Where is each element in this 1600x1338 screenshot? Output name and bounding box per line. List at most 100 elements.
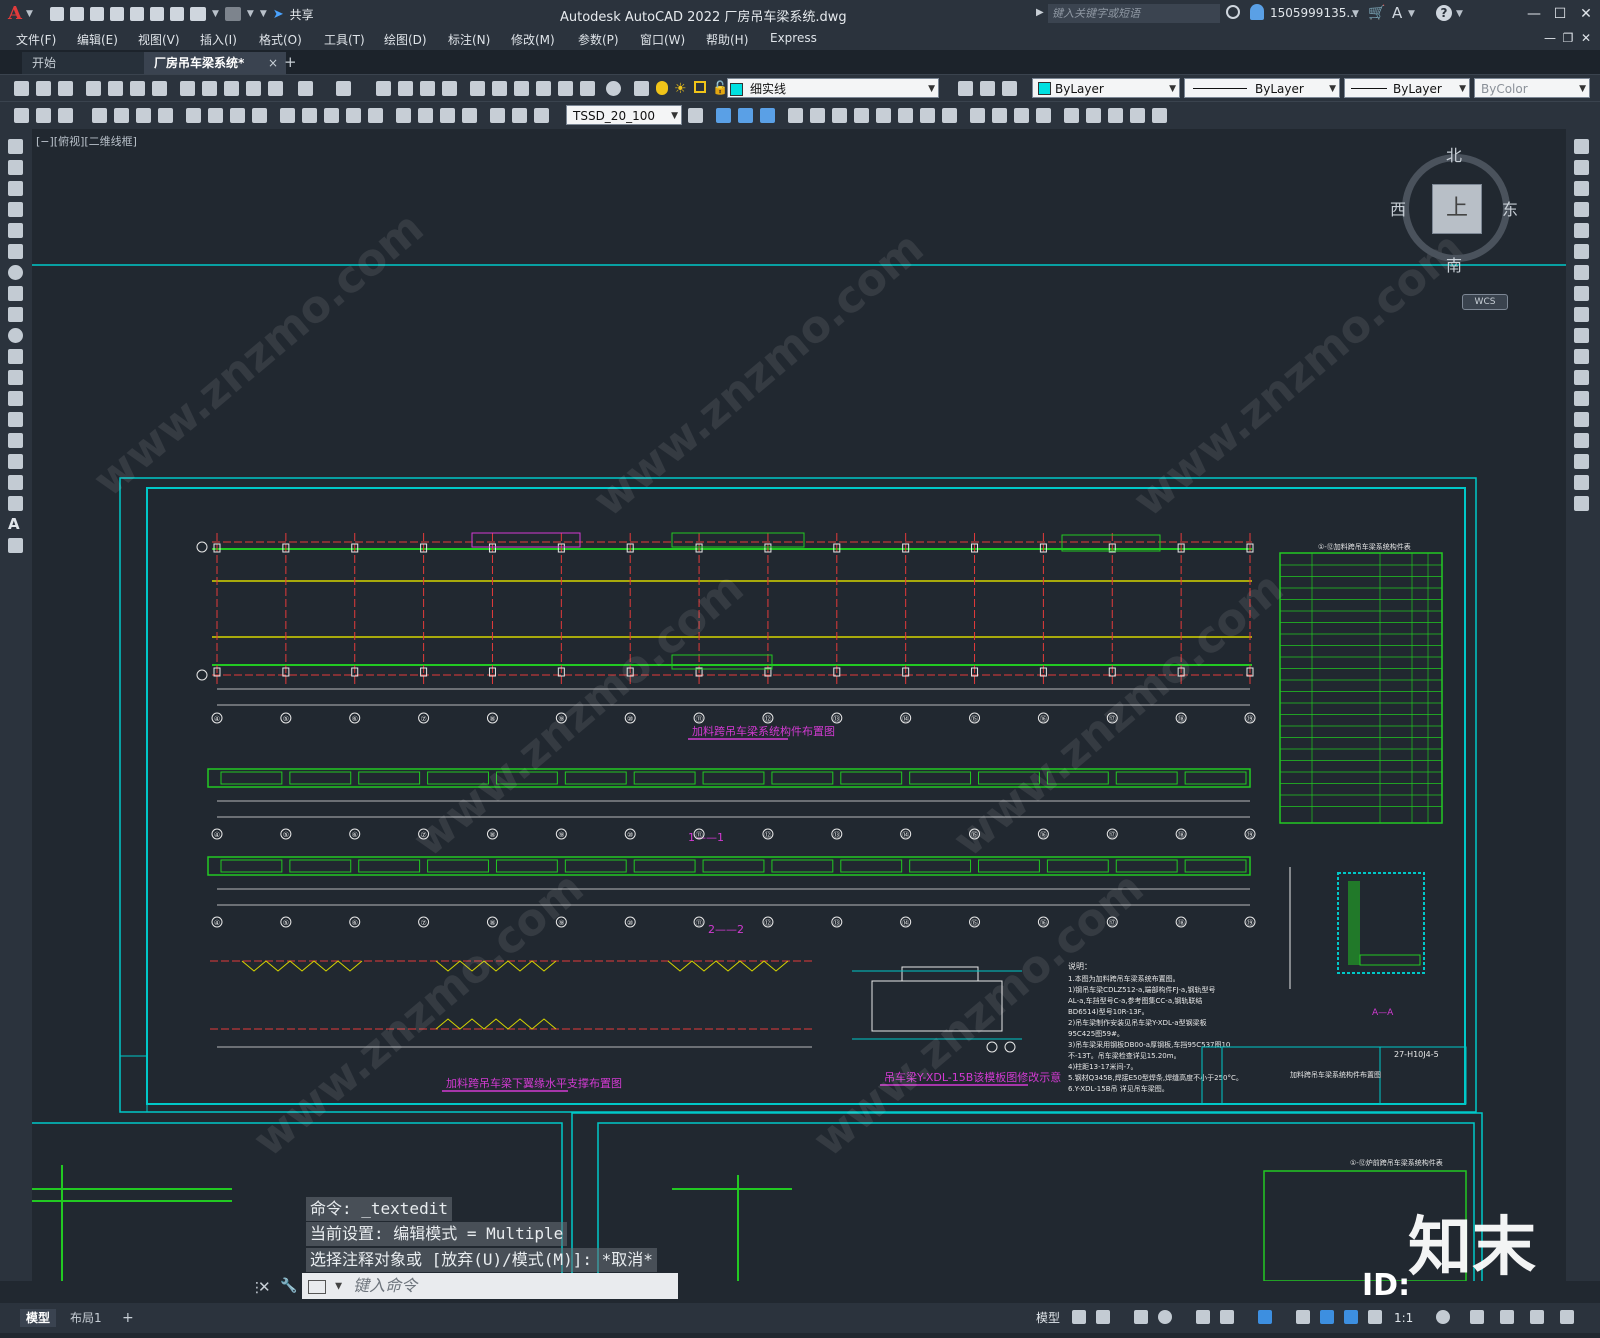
- dimension-break-icon[interactable]: [368, 108, 383, 123]
- doc-minimize-button[interactable]: —: [1540, 28, 1560, 48]
- app-menu-chevron-icon[interactable]: ▼: [26, 9, 33, 19]
- clean-screen-icon[interactable]: [1530, 1310, 1544, 1324]
- jogged-linear-icon[interactable]: [462, 108, 477, 123]
- rectangle-icon[interactable]: [8, 223, 23, 238]
- lineweight-icon[interactable]: [1296, 1310, 1310, 1324]
- menu-insert[interactable]: 插入(I): [200, 31, 237, 48]
- viewcube[interactable]: 上 北 南 东 西: [1390, 146, 1518, 275]
- auto-scale-icon[interactable]: [1344, 1310, 1358, 1324]
- open-folder-icon[interactable]: [70, 7, 84, 21]
- block-editor-icon[interactable]: [268, 81, 283, 96]
- menu-draw[interactable]: 绘图(D): [384, 31, 427, 48]
- menu-file[interactable]: 文件(F): [16, 31, 56, 48]
- rotate-icon[interactable]: [1574, 265, 1589, 280]
- polyline-icon[interactable]: [8, 181, 23, 196]
- isolate-objects-icon[interactable]: [1500, 1310, 1514, 1324]
- doc-close-button[interactable]: ✕: [1576, 28, 1596, 48]
- minimize-button[interactable]: —: [1524, 4, 1544, 24]
- menu-format[interactable]: 格式(O): [259, 31, 302, 48]
- command-close-icon[interactable]: ✕: [258, 1278, 271, 1296]
- loft-icon[interactable]: [876, 108, 891, 123]
- command-input[interactable]: ▼ 键入命令: [302, 1273, 678, 1299]
- multiline-text-icon[interactable]: A: [8, 517, 23, 532]
- layer-unlock-icon[interactable]: 🔓: [712, 81, 728, 96]
- linear-dimension-icon[interactable]: [92, 108, 107, 123]
- customization-menu-icon[interactable]: [1560, 1310, 1574, 1324]
- undo-dropdown-icon[interactable]: ▼: [212, 9, 219, 19]
- radius-dimension-icon[interactable]: [186, 108, 201, 123]
- menu-dimension[interactable]: 标注(N): [448, 31, 490, 48]
- pan-icon[interactable]: [376, 81, 391, 96]
- revolve-icon[interactable]: [854, 108, 869, 123]
- presspull-icon[interactable]: [810, 108, 825, 123]
- cut-icon[interactable]: [180, 81, 195, 96]
- help-icon[interactable]: ?: [1436, 5, 1452, 21]
- layer-thaw-sun-icon[interactable]: ☀: [674, 81, 687, 97]
- menu-modify[interactable]: 修改(M): [511, 31, 555, 48]
- mirror-icon[interactable]: [1574, 181, 1589, 196]
- tab-close-icon[interactable]: ×: [268, 52, 278, 74]
- 3d-align-icon[interactable]: [1108, 108, 1123, 123]
- save-icon[interactable]: [90, 7, 104, 21]
- diameter-dimension-icon[interactable]: [230, 108, 245, 123]
- polygon-icon[interactable]: [8, 202, 23, 217]
- revision-cloud-icon[interactable]: [8, 286, 23, 301]
- insert-block-icon[interactable]: [8, 370, 23, 385]
- menu-view[interactable]: 视图(V): [138, 31, 180, 48]
- copy-icon[interactable]: [202, 81, 217, 96]
- redo-icon[interactable]: [224, 7, 241, 21]
- object-snap-tracking-icon[interactable]: [1220, 1310, 1234, 1324]
- workspace-gear-icon[interactable]: [1436, 1310, 1450, 1324]
- save-web-icon[interactable]: [150, 7, 164, 21]
- arc-icon[interactable]: [8, 244, 23, 259]
- new-file-icon[interactable]: [50, 7, 64, 21]
- redo-icon[interactable]: [336, 81, 351, 96]
- subtract-icon[interactable]: [992, 108, 1007, 123]
- qnew-icon[interactable]: [14, 81, 29, 96]
- thicken-icon[interactable]: [920, 108, 935, 123]
- plot-icon[interactable]: [170, 7, 184, 21]
- menu-express[interactable]: Express: [770, 31, 817, 45]
- doc-restore-button[interactable]: ❐: [1558, 28, 1578, 48]
- baseline-dimension-icon[interactable]: [302, 108, 317, 123]
- paste-icon[interactable]: [224, 81, 239, 96]
- annotation-scale-icon[interactable]: [1368, 1310, 1382, 1324]
- jogged-dimension-icon[interactable]: [208, 108, 223, 123]
- arc-length-icon[interactable]: [136, 108, 151, 123]
- share-icon[interactable]: ➤: [273, 7, 284, 22]
- chamfer-icon[interactable]: [1574, 433, 1589, 448]
- hatch-icon[interactable]: [8, 433, 23, 448]
- polar-tracking-icon[interactable]: [1158, 1310, 1172, 1324]
- gradient-icon[interactable]: [8, 454, 23, 469]
- layer-dropdown[interactable]: 细实线 ▼: [727, 78, 939, 98]
- cart-icon[interactable]: 🛒: [1368, 5, 1385, 21]
- dimstyle-dropdown[interactable]: TSSD_20_100 ▼: [566, 105, 682, 125]
- inspection-icon[interactable]: [440, 108, 455, 123]
- intersect-icon[interactable]: [1014, 108, 1029, 123]
- ortho-icon[interactable]: [1134, 1310, 1148, 1324]
- extrude-icon[interactable]: [788, 108, 803, 123]
- close-button[interactable]: ✕: [1576, 4, 1596, 24]
- fillet-icon[interactable]: [1574, 454, 1589, 469]
- solid-wedge-icon[interactable]: [738, 108, 753, 123]
- autodesk-app-icon[interactable]: A: [1392, 4, 1402, 22]
- continue-dimension-icon[interactable]: [324, 108, 339, 123]
- add-selected-icon[interactable]: [8, 538, 23, 553]
- explode-icon[interactable]: [1574, 496, 1589, 511]
- object-snap-icon[interactable]: [1258, 1310, 1272, 1324]
- tssd-tool3-icon[interactable]: [58, 108, 73, 123]
- share-button[interactable]: 共享: [290, 6, 314, 23]
- save-icon[interactable]: [58, 81, 73, 96]
- tab-layout1[interactable]: 布局1: [64, 1309, 108, 1327]
- break-icon[interactable]: [1574, 391, 1589, 406]
- menu-help[interactable]: 帮助(H): [706, 31, 748, 48]
- search-icon[interactable]: [1226, 5, 1240, 19]
- table-icon[interactable]: [8, 496, 23, 511]
- imprint-icon[interactable]: [942, 108, 957, 123]
- menu-edit[interactable]: 编辑(E): [77, 31, 118, 48]
- layer-on-bulb-icon[interactable]: [656, 81, 668, 95]
- zoom-realtime-icon[interactable]: [398, 81, 413, 96]
- search-input[interactable]: 键入关键字或短语: [1048, 4, 1220, 23]
- menu-tools[interactable]: 工具(T): [324, 31, 365, 48]
- spline-icon[interactable]: [8, 307, 23, 322]
